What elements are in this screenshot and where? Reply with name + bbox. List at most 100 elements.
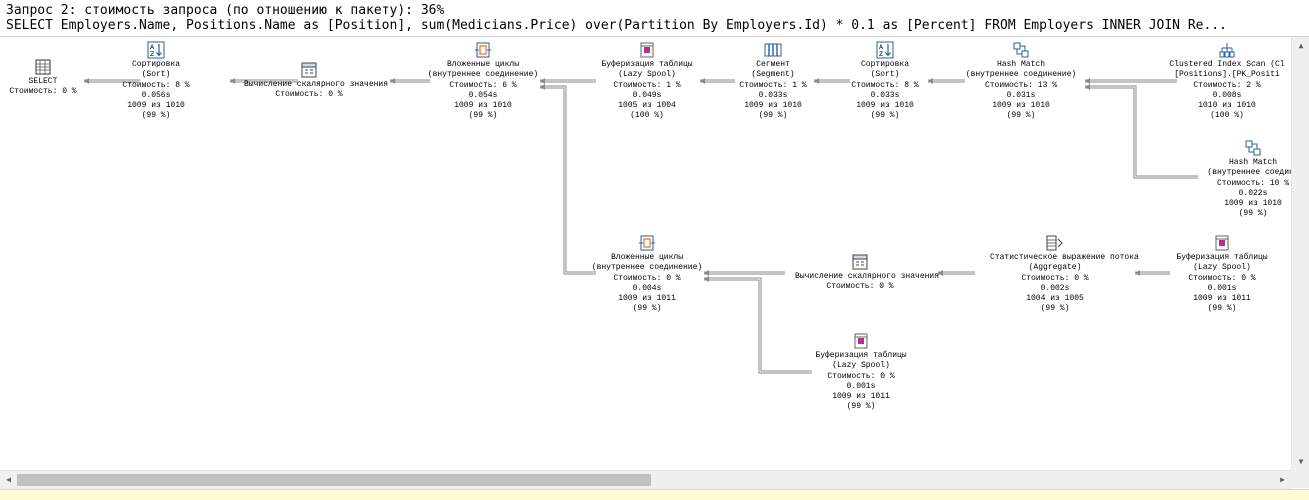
sort-icon: AZ [876,41,894,59]
node-text-line: (99 %) [141,111,171,121]
query-header: Запрос 2: стоимость запроса (по отношени… [0,0,1309,37]
node-text-line: Статистическое выражение потока [990,253,1139,262]
node-text-line: 1005 из 1004 [618,101,676,111]
node-text-line: Стоимость: 13 % [984,80,1057,90]
node-text-line: Вычисление скалярного значения [244,80,389,89]
node-text-line: 1009 из 1011 [832,392,890,402]
node-text-line: Стоимость: 6 % [449,80,517,90]
scroll-down-arrow-icon[interactable]: ▼ [1292,453,1309,470]
node-text-line: Стоимость: 0 % [827,371,895,381]
node-text-line: 0.033s [758,90,788,100]
compute-scalar-icon [852,254,868,270]
horizontal-scrollbar[interactable]: ◀ ▶ [0,470,1291,489]
node-text-line: 0.004s [632,283,662,293]
horizontal-scroll-thumb[interactable] [17,474,651,486]
node-text-line: Вычисление скалярного значения [795,272,940,281]
plan-node-hash1[interactable]: Hash Match (внутреннее соединение) Стоимос… [956,41,1086,122]
node-text-line: (100 %) [1210,111,1244,121]
node-text-line: Стоимость: 0 % [1021,273,1089,283]
sort-icon: AZ [147,41,165,59]
node-text-line: 1009 из 1010 [856,101,914,111]
scroll-right-arrow-icon[interactable]: ▶ [1274,471,1291,489]
node-text-line: (100 %) [630,111,664,121]
query-sql-line: SELECT Employers.Name, Positions.Name as… [6,18,1227,33]
plan-node-nested2[interactable]: Вложенные циклы (внутреннее соединение) Ст… [582,234,712,315]
vertical-scrollbar[interactable]: ▲ ▼ [1291,37,1309,470]
node-text-line: 1004 из 1005 [1026,294,1084,304]
select-icon [35,59,51,75]
node-text-line: Стоимость: 0 % [613,273,681,283]
nested-loops-icon [639,235,655,251]
plan-node-spool2[interactable]: Буферизация таблицы (Lazy Spool) Стоимость… [1157,234,1287,315]
plan-node-sort2[interactable]: A Z Сортировка (Sort) Стоимость: 8 % 0.033s 10… [820,41,950,122]
node-text-line: 1009 из 1011 [618,294,676,304]
node-text-line: (Sort) [141,70,171,80]
node-text-line: Буферизация таблицы [815,351,907,360]
node-text-line: (99 %) [846,402,876,412]
plan-node-aggregate[interactable]: Статистическое выражение потока (Aggregat… [990,234,1139,315]
plan-node-scalar1[interactable]: Вычисление скалярного значения Стоимость:… [244,61,389,101]
node-text-line: 0.031s [1006,90,1036,100]
node-text-line: (Segment) [751,70,795,80]
node-text-line: (внутреннее соединение) [591,263,703,273]
node-text-line: (99 %) [758,111,788,121]
node-text-line: (внутреннее соедине [1207,168,1291,178]
node-text-line: Clustered Index Scan (Cl [1169,60,1285,69]
node-text-line: Стоимость: 1 % [613,80,681,90]
nested-loops-icon [475,42,491,58]
node-text-line: 0.054s [468,90,498,100]
node-text-line: Стоимость: 10 % [1216,178,1289,188]
node-text-line: Стоимость: 8 % [122,80,190,90]
stream-aggregate-icon [1046,235,1063,251]
plan-node-scalar2[interactable]: Вычисление скалярного значения Стоимость:… [795,253,940,293]
svg-text:Z: Z [150,51,154,58]
node-text-line: (99 %) [1040,304,1070,314]
table-spool-icon [1215,235,1229,251]
scroll-left-arrow-icon[interactable]: ◀ [0,471,17,489]
node-text-line: 0.049s [632,90,662,100]
node-text-line: (99 %) [468,111,498,121]
node-text-line: Буферизация таблицы [601,60,693,69]
node-text-line: Стоимость: 0 % [275,90,343,100]
plan-node-sort1[interactable]: A Z Сортировка (Sort) Стоимость: 8 % 0.056s 10… [91,41,221,122]
node-text-line: 0.001s [1207,283,1237,293]
status-bar [0,489,1309,500]
node-text-line: 0.033s [870,90,900,100]
plan-node-spool3[interactable]: Буферизация таблицы (Lazy Spool) Стоимость… [796,332,926,413]
node-text-line: 1009 из 1010 [454,101,512,111]
node-text-line: Стоимость: 1 % [739,80,807,90]
clustered-index-scan-icon [1219,43,1235,58]
node-text-line: 1009 из 1011 [1193,294,1251,304]
node-text-line: 1009 из 1010 [127,101,185,111]
plan-node-segment[interactable]: Сегмент (Segment) Стоимость: 1 % 0.033s 1009… [708,41,838,122]
node-text-line: Сортировка [860,60,909,69]
hash-match-icon [1245,140,1261,156]
node-text-line: 1009 из 1010 [744,101,802,111]
plan-node-nested1[interactable]: Вложенные циклы (внутреннее соединение) Ст… [418,41,548,122]
plan-node-spool1[interactable]: Буферизация таблицы (Lazy Spool) Стоимость… [582,41,712,122]
node-text-line: Вложенные циклы [446,60,519,69]
execution-plan-canvas[interactable]: SELECT Стоимость: 0 % A Z Сортировка (Sort) Ст… [0,37,1291,470]
table-spool-icon [854,333,868,349]
node-text-line: 0.002s [1040,283,1070,293]
scrollbar-corner [1291,470,1309,488]
node-text-line: (Sort) [870,70,900,80]
node-text-line: Сортировка [131,60,180,69]
hash-match-icon [1013,42,1029,58]
node-text-line: 0.056s [141,90,171,100]
node-text-line: 1009 из 1010 [992,101,1050,111]
plan-node-hash2[interactable]: Hash Match (внутреннее соедине Стоимость: … [1188,139,1291,220]
scroll-up-arrow-icon[interactable]: ▲ [1292,37,1309,54]
node-text-line: (Lazy Spool) [832,361,890,371]
node-text-line: Стоимость: 0 % [826,282,894,292]
node-text-line: Вложенные циклы [610,253,683,262]
plan-node-cis[interactable]: Clustered Index Scan (Cl [Positions].[PK_… [1162,41,1291,122]
node-text-line: Стоимость: 0 % [1188,273,1256,283]
node-text-line: (99 %) [632,304,662,314]
node-text-line: 0.008s [1212,90,1242,100]
node-text-line: (99 %) [1006,111,1036,121]
segment-icon [764,43,782,57]
node-text-line: (Aggregate) [1028,263,1082,273]
node-text-line: (Lazy Spool) [1193,263,1251,273]
node-text-line: [Positions].[PK_Positi [1174,70,1280,80]
